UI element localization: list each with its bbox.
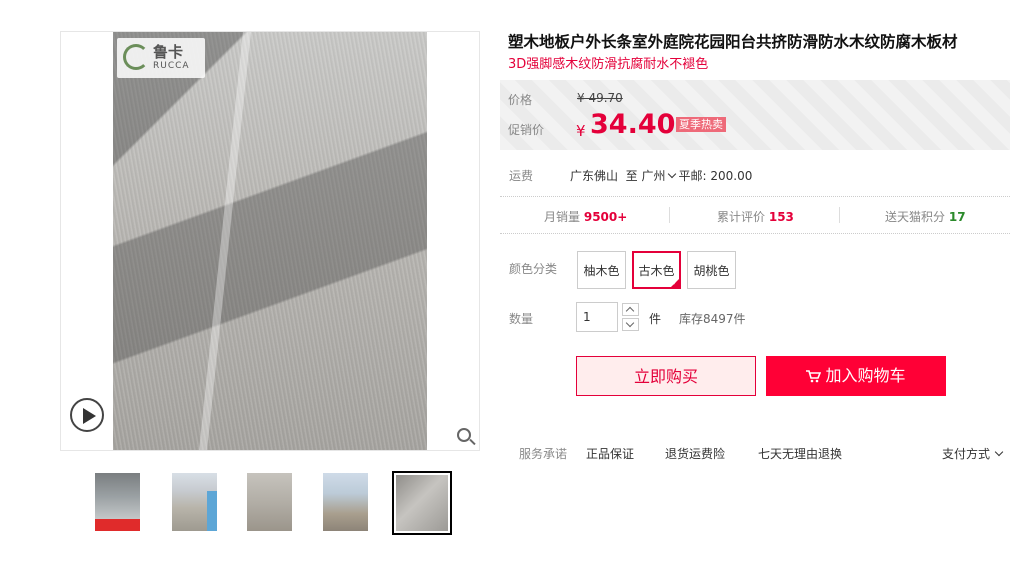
original-price-label: 价格 [508, 93, 533, 107]
play-triangle [83, 408, 96, 424]
ship-from: 广东佛山 [570, 169, 619, 183]
chevron-up-icon [625, 306, 635, 316]
color-option-label: 颜色分类 [509, 262, 558, 276]
product-subtitle: 3D强脚感木纹防滑抗腐耐水不褪色 [508, 57, 709, 72]
play-video-icon[interactable] [70, 398, 104, 432]
chevron-down-icon [625, 318, 635, 328]
quantity-input[interactable] [576, 302, 618, 332]
product-main-image[interactable] [113, 32, 427, 450]
logo-subtext: RUCCA [153, 61, 190, 71]
chevron-down-icon [994, 447, 1004, 457]
add-to-cart-button[interactable]: 加入购物车 [766, 356, 946, 396]
stats-bar: 月销量 9500+ 累计评价 153 送天猫积分 17 [500, 196, 1010, 234]
service-seven-day-return[interactable]: 七天无理由退换 [758, 445, 842, 462]
main-image-frame: 鲁卡 RUCCA [60, 31, 480, 451]
check-icon: ✓ [672, 279, 678, 287]
thumbnail-1[interactable] [95, 473, 140, 531]
divider [839, 207, 840, 223]
currency-symbol: ¥ [576, 122, 586, 140]
add-to-cart-label: 加入购物车 [825, 366, 906, 385]
color-option-walnut[interactable]: 胡桃色 [687, 251, 736, 289]
stock-count: 库存8497件 [679, 312, 746, 326]
ship-to-city[interactable]: 广州 [642, 169, 666, 183]
service-label: 服务承诺 [519, 447, 568, 461]
review-count[interactable]: 累计评价 153 [717, 208, 794, 225]
brand-logo: 鲁卡 RUCCA [117, 38, 205, 78]
tmall-points: 送天猫积分 17 [885, 210, 966, 224]
quantity-label: 数量 [509, 312, 534, 326]
quantity-decrease-button[interactable] [622, 318, 639, 331]
ship-to-word: 至 [625, 169, 638, 183]
sale-price: 34.40 [590, 109, 676, 140]
shipping-fee: 平邮: 200.00 [678, 169, 753, 183]
divider [669, 207, 670, 223]
color-option-teak[interactable]: 柚木色 [577, 251, 626, 289]
review-count-value: 153 [768, 210, 794, 224]
color-option-antique-selected[interactable]: 古木色 ✓ [632, 251, 681, 289]
monthly-sales-value: 9500+ [583, 210, 628, 224]
sale-price-label: 促销价 [508, 123, 545, 137]
thumbnail-3[interactable] [247, 473, 292, 531]
product-title: 塑木地板户外长条室外庭院花园阳台共挤防滑防水木纹防腐木板材 [508, 33, 958, 51]
logo-mark-icon [123, 44, 149, 70]
tmall-points-value: 17 [948, 210, 966, 224]
cart-icon [806, 370, 822, 383]
original-price: ¥ 49.70 [577, 91, 623, 105]
promo-badge: 夏季热卖 [676, 117, 726, 132]
quantity-increase-button[interactable] [622, 303, 639, 316]
thumbnail-2[interactable] [172, 473, 217, 531]
monthly-sales: 月销量 9500+ [544, 210, 628, 224]
service-genuine[interactable]: 正品保证 [586, 445, 634, 462]
quantity-unit: 件 [649, 312, 662, 326]
thumbnail-5-selected[interactable] [392, 471, 452, 535]
service-return-insurance[interactable]: 退货运费险 [665, 445, 725, 462]
logo-text: 鲁卡 [153, 43, 184, 61]
chevron-down-icon[interactable] [667, 169, 676, 179]
thumbnail-4[interactable] [323, 473, 368, 531]
shipping-info: 广东佛山 至 广州 平邮: 200.00 [570, 167, 752, 184]
shipping-label: 运费 [509, 169, 534, 183]
buy-now-button[interactable]: 立即购买 [576, 356, 756, 396]
payment-methods[interactable]: 支付方式 [942, 445, 1006, 462]
zoom-icon-handle [469, 438, 476, 446]
price-box: 价格 ¥ 49.70 促销价 ¥ 34.40 夏季热卖 [500, 80, 1010, 150]
